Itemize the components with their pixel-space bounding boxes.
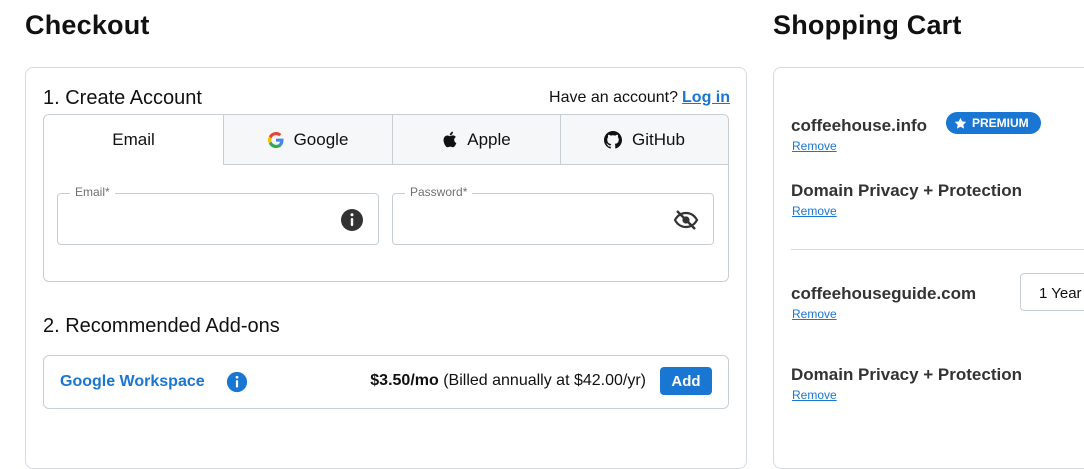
tab-apple[interactable]: Apple [392,115,560,165]
cart-item-name: coffeehouseguide.com [791,284,977,303]
eye-off-icon[interactable] [673,208,699,237]
create-account-box: Email Google Apple GitHub Email* Passwor… [43,114,729,282]
have-account-prompt: Have an account? Log in [549,89,730,107]
cart-item-name: Domain Privacy + Protection [791,181,1022,200]
signup-method-tabs: Email Google Apple GitHub [44,115,728,165]
cart-item-name: Domain Privacy + Protection [791,365,1022,384]
remove-link[interactable]: Remove [792,139,837,153]
recommended-addons-heading: 2. Recommended Add-ons [43,315,280,337]
github-icon [604,130,623,149]
remove-link[interactable]: Remove [792,204,837,218]
cart-panel: coffeehouse.info PREMIUM Remove Domain P… [773,67,1084,469]
checkout-panel: 1. Create Account Have an account? Log in… [25,67,747,469]
divider [791,249,1084,250]
tab-github[interactable]: GitHub [560,115,728,165]
google-icon [267,131,284,148]
page-title: Checkout [25,10,150,40]
have-account-text: Have an account? [549,89,679,106]
addon-name[interactable]: Google Workspace [60,373,205,391]
password-label: Password* [405,185,473,199]
tab-google[interactable]: Google [223,115,392,165]
premium-badge: PREMIUM [946,112,1041,134]
tab-email[interactable]: Email [44,115,223,165]
password-field[interactable]: Password* [392,185,714,245]
email-label: Email* [70,185,115,199]
remove-link[interactable]: Remove [792,307,837,321]
email-field[interactable]: Email* [57,185,379,245]
term-select[interactable]: 1 Year - [1020,273,1084,311]
apple-icon [442,131,457,148]
login-link[interactable]: Log in [682,89,730,106]
cart-title: Shopping Cart [773,10,962,40]
addon-row: Google Workspace $3.50/mo (Billed annual… [43,355,729,409]
tab-google-label: Google [293,129,349,149]
addon-monthly-price: $3.50/mo [370,372,439,389]
remove-link[interactable]: Remove [792,388,837,402]
star-icon [954,117,967,129]
tab-email-label: Email [112,130,155,149]
info-icon[interactable] [226,371,248,398]
add-button[interactable]: Add [660,367,712,395]
tab-apple-label: Apple [467,129,511,149]
addon-billing-note: (Billed annually at $42.00/yr) [443,372,646,389]
cart-item-name: coffeehouse.info [791,116,928,135]
addon-price: $3.50/mo (Billed annually at $42.00/yr) [370,372,646,390]
info-icon[interactable] [340,208,364,237]
create-account-heading: 1. Create Account [43,87,202,109]
tab-github-label: GitHub [632,129,685,149]
premium-badge-label: PREMIUM [972,116,1029,130]
